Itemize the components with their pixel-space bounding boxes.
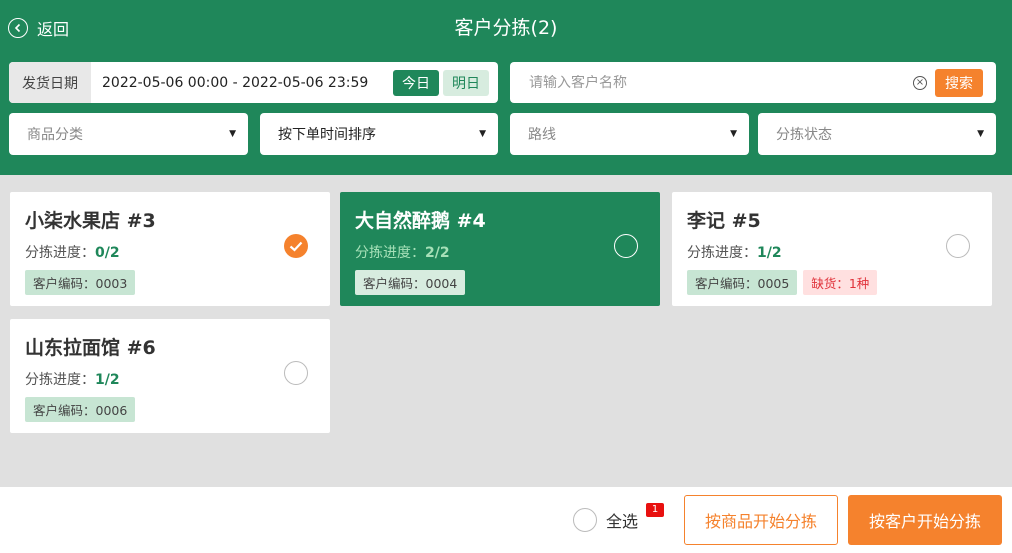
search-input[interactable]: [510, 74, 913, 91]
selected-count-badge: 1: [646, 503, 664, 517]
page-title: 客户分拣(2): [454, 17, 558, 39]
customer-search: × 搜索: [510, 62, 996, 103]
sort-progress: 分拣进度：1/2: [687, 242, 782, 262]
clear-icon[interactable]: ×: [913, 75, 927, 90]
caret-down-icon: ▼: [229, 129, 236, 139]
customer-name: 小柒水果店 #3: [25, 210, 156, 232]
card-checkbox[interactable]: [946, 234, 970, 258]
progress-label: 分拣进度：: [355, 245, 425, 261]
customer-name: 李记 #5: [687, 210, 761, 232]
caret-down-icon: ▼: [479, 129, 486, 139]
card-checkbox[interactable]: [614, 234, 638, 258]
sort-by-product-button[interactable]: 按商品开始分拣: [684, 495, 838, 545]
customer-card[interactable]: 山东拉面馆 #6 分拣进度：1/2 客户编码：0006: [10, 319, 330, 433]
sort-by-customer-button[interactable]: 按客户开始分拣: [848, 495, 1002, 545]
sort-select-label: 按下单时间排序: [278, 127, 376, 143]
date-label: 发货日期: [9, 62, 91, 103]
shortage-tag: 缺货：1种: [803, 270, 878, 295]
category-select[interactable]: 商品分类 ▼: [9, 113, 248, 155]
sort-progress: 分拣进度：1/2: [25, 369, 120, 389]
sort-progress: 分拣进度：2/2: [355, 242, 450, 262]
caret-down-icon: ▼: [977, 129, 984, 139]
footer-bar: 全选 1 按商品开始分拣 按客户开始分拣: [0, 487, 1012, 553]
tomorrow-button[interactable]: 明日: [443, 69, 489, 96]
category-select-label: 商品分类: [27, 127, 83, 143]
progress-value: 1/2: [95, 372, 120, 388]
select-all[interactable]: 全选: [573, 508, 638, 532]
progress-value: 0/2: [95, 245, 120, 261]
customer-code-tag: 客户编码：0004: [355, 270, 466, 295]
chevron-left-icon: [8, 18, 28, 38]
route-select-label: 路线: [528, 127, 556, 143]
progress-value: 2/2: [425, 245, 450, 261]
sort-progress: 分拣进度：0/2: [25, 242, 120, 262]
customer-card[interactable]: 大自然醉鹅 #4 分拣进度：2/2 客户编码：0004: [340, 192, 660, 306]
card-checkbox[interactable]: [284, 361, 308, 385]
caret-down-icon: ▼: [730, 129, 737, 139]
customer-card[interactable]: 小柒水果店 #3 分拣进度：0/2 客户编码：0003: [10, 192, 330, 306]
progress-label: 分拣进度：: [25, 372, 95, 388]
header-bar: 返回 客户分拣(2) 发货日期 2022-05-06 00:00 - 2022-…: [0, 0, 1012, 175]
back-label: 返回: [37, 20, 70, 39]
progress-label: 分拣进度：: [25, 245, 95, 261]
customer-name: 山东拉面馆 #6: [25, 337, 156, 359]
progress-value: 1/2: [757, 245, 782, 261]
date-range-picker[interactable]: 2022-05-06 00:00 - 2022-05-06 23:59: [91, 75, 393, 91]
select-all-label: 全选: [606, 512, 639, 531]
customer-code-tag: 客户编码：0003: [25, 270, 136, 295]
customer-code-tag: 客户编码：0006: [25, 397, 136, 422]
status-select-label: 分拣状态: [776, 127, 832, 143]
route-select[interactable]: 路线 ▼: [510, 113, 749, 155]
sort-select[interactable]: 按下单时间排序 ▼: [260, 113, 498, 155]
status-select[interactable]: 分拣状态 ▼: [758, 113, 996, 155]
back-button[interactable]: 返回: [8, 14, 69, 42]
customer-code-tag: 客户编码：0005: [687, 270, 798, 295]
customer-name: 大自然醉鹅 #4: [355, 210, 486, 232]
select-all-checkbox[interactable]: [573, 508, 597, 532]
date-filter: 发货日期 2022-05-06 00:00 - 2022-05-06 23:59…: [9, 62, 498, 103]
today-button[interactable]: 今日: [393, 69, 439, 96]
check-icon: [289, 241, 303, 252]
search-button[interactable]: 搜索: [935, 68, 983, 97]
customer-card[interactable]: 李记 #5 分拣进度：1/2 客户编码：0005 缺货：1种: [672, 192, 992, 306]
progress-label: 分拣进度：: [687, 245, 757, 261]
card-checkbox[interactable]: [284, 234, 308, 258]
